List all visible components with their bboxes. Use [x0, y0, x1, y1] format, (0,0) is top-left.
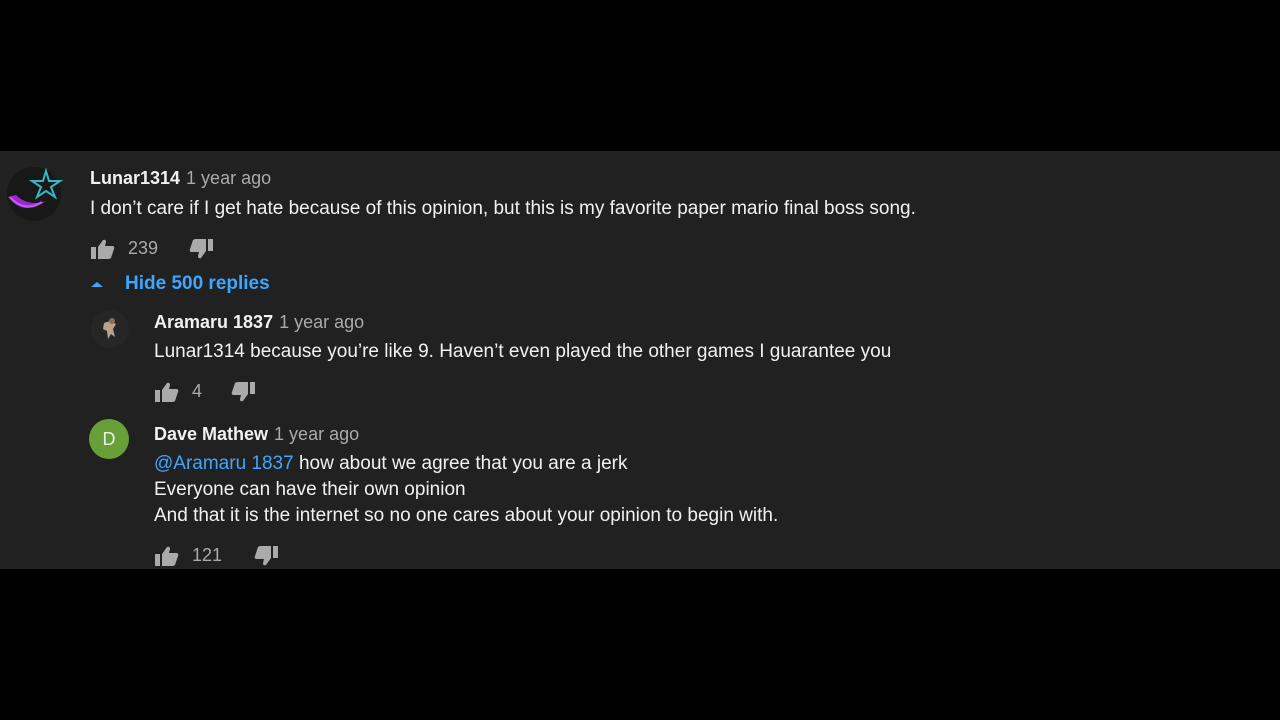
reply-text-line-3: And that it is the internet so no one ca… — [154, 505, 779, 526]
reply-text-line-2: Everyone can have their own opinion — [154, 479, 466, 500]
reply-author[interactable]: Aramaru 1837 — [154, 312, 273, 333]
thumbs-up-icon — [155, 382, 179, 402]
reply-header: Dave Mathew 1 year ago — [154, 424, 359, 445]
thumbs-down-icon — [189, 239, 213, 259]
comments-panel: Lunar1314 1 year ago I don’t care if I g… — [0, 151, 1280, 569]
reply-author[interactable]: Dave Mathew — [154, 424, 268, 445]
reply-timestamp[interactable]: 1 year ago — [279, 312, 364, 333]
reply-like-button[interactable] — [154, 545, 180, 567]
reply-header: Aramaru 1837 1 year ago — [154, 312, 364, 333]
like-button[interactable] — [90, 238, 116, 260]
video-frame: Lunar1314 1 year ago I don’t care if I g… — [0, 0, 1280, 720]
hide-replies-button[interactable]: Hide 500 replies — [88, 273, 270, 295]
thumbs-down-icon — [231, 382, 255, 402]
reply-timestamp[interactable]: 1 year ago — [274, 424, 359, 445]
reply-like-count: 4 — [192, 381, 203, 401]
reply-like-button[interactable] — [154, 381, 180, 403]
comment-text: I don’t care if I get hate because of th… — [90, 198, 916, 219]
reply-avatar-letter[interactable]: D — [89, 419, 129, 459]
mention-link[interactable]: @Aramaru 1837 — [154, 453, 294, 474]
comment-timestamp[interactable]: 1 year ago — [186, 168, 271, 189]
reply-dislike-button[interactable] — [230, 381, 256, 403]
thumbs-up-icon — [155, 546, 179, 566]
thumbs-up-icon — [91, 239, 115, 259]
reply-text-line-1: @Aramaru 1837 how about we agree that yo… — [154, 451, 627, 477]
reply-text-segment: how about we agree that you are a jerk — [293, 453, 628, 474]
comment-avatar[interactable] — [2, 167, 66, 221]
comment-author[interactable]: Lunar1314 — [90, 168, 180, 189]
purple-moon-star-avatar-icon — [7, 167, 64, 221]
dislike-button[interactable] — [188, 238, 214, 260]
thumbs-down-icon — [254, 546, 278, 566]
hide-replies-label: Hide 500 replies — [125, 273, 270, 294]
reply-avatar[interactable] — [90, 309, 130, 349]
reply-like-count: 121 — [192, 545, 223, 565]
reply-dislike-button[interactable] — [253, 545, 279, 567]
small-figure-avatar-icon — [91, 310, 129, 348]
like-count: 239 — [128, 238, 159, 258]
chevron-up-icon — [91, 282, 103, 287]
comment-header: Lunar1314 1 year ago — [90, 168, 271, 189]
reply-text: Lunar1314 because you’re like 9. Haven’t… — [154, 341, 892, 362]
